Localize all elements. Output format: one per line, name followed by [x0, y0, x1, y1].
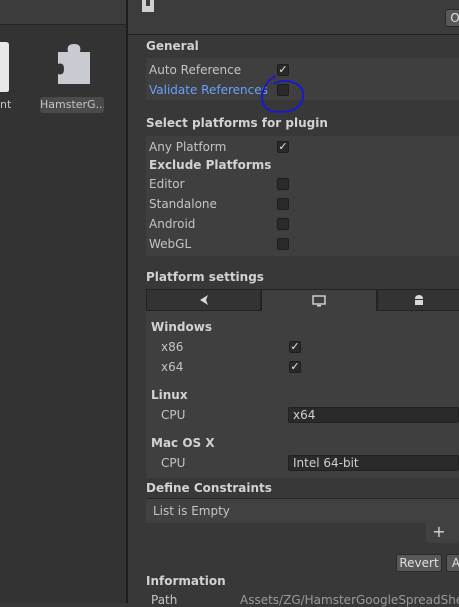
linux-title: Linux: [151, 388, 188, 402]
auto-reference-label: Auto Reference: [149, 63, 242, 77]
list-empty-text: List is Empty: [153, 504, 230, 518]
project-toolbar: [0, 0, 126, 25]
project-pane: [0, 0, 126, 603]
unity-icon: [199, 295, 208, 305]
inspector-header: [128, 0, 459, 35]
section-platforms: Select platforms for plugin: [146, 116, 328, 130]
any-platform-label: Any Platform: [149, 140, 227, 154]
path-label: Path: [151, 593, 178, 607]
asset-label-document: nt: [0, 98, 12, 111]
platform-settings-box: [146, 311, 459, 478]
revert-button[interactable]: Revert: [396, 554, 442, 572]
annotation-circle: [260, 75, 305, 114]
windows-x64-checkbox[interactable]: ✓: [289, 361, 301, 373]
exclude-standalone-label: Standalone: [149, 197, 217, 211]
apply-button[interactable]: A: [446, 554, 459, 572]
exclude-webgl-label: WebGL: [149, 237, 192, 251]
any-platform-checkbox[interactable]: ✓: [277, 141, 289, 153]
exclude-android-checkbox[interactable]: [277, 218, 289, 230]
exclude-android-label: Android: [149, 217, 196, 231]
exclude-webgl-checkbox[interactable]: [277, 238, 289, 250]
mac-cpu-label: CPU: [161, 456, 186, 470]
windows-x86-checkbox[interactable]: ✓: [289, 341, 301, 353]
platforms-box: [146, 136, 459, 256]
asset-label-plugin[interactable]: HamsterG...: [40, 97, 104, 113]
monitor-icon: [312, 294, 326, 306]
android-icon: [414, 295, 423, 305]
asset-item-plugin[interactable]: [48, 40, 98, 90]
tab-standalone[interactable]: [261, 289, 377, 311]
linux-cpu-dropdown[interactable]: x64: [288, 407, 459, 423]
mac-title: Mac OS X: [151, 436, 215, 450]
plugin-icon: [142, 0, 154, 12]
exclude-editor-label: Editor: [149, 177, 185, 191]
asset-item-document[interactable]: [0, 40, 12, 96]
exclude-platforms-title: Exclude Platforms: [149, 158, 272, 172]
tab-default[interactable]: [146, 289, 261, 311]
section-define-constraints: Define Constraints: [146, 481, 272, 495]
windows-x86-label: x86: [161, 340, 184, 354]
section-platform-settings: Platform settings: [146, 270, 264, 284]
linux-cpu-label: CPU: [161, 408, 186, 422]
mac-cpu-dropdown[interactable]: Intel 64-bit: [288, 455, 459, 471]
plugin-puzzle-icon: [58, 44, 90, 84]
section-general: General: [146, 39, 199, 53]
add-constraint-button[interactable]: +: [430, 522, 448, 542]
document-icon: [0, 42, 9, 92]
exclude-standalone-checkbox[interactable]: [277, 198, 289, 210]
validate-references-label: Validate References: [149, 83, 268, 97]
header-open-button[interactable]: O: [445, 9, 459, 27]
path-value: Assets/ZG/HamsterGoogleSpreadSheet: [240, 593, 459, 607]
exclude-editor-checkbox[interactable]: [277, 178, 289, 190]
section-information: Information: [146, 574, 226, 588]
windows-title: Windows: [151, 320, 212, 334]
windows-x64-label: x64: [161, 360, 184, 374]
tab-android[interactable]: [377, 289, 459, 311]
